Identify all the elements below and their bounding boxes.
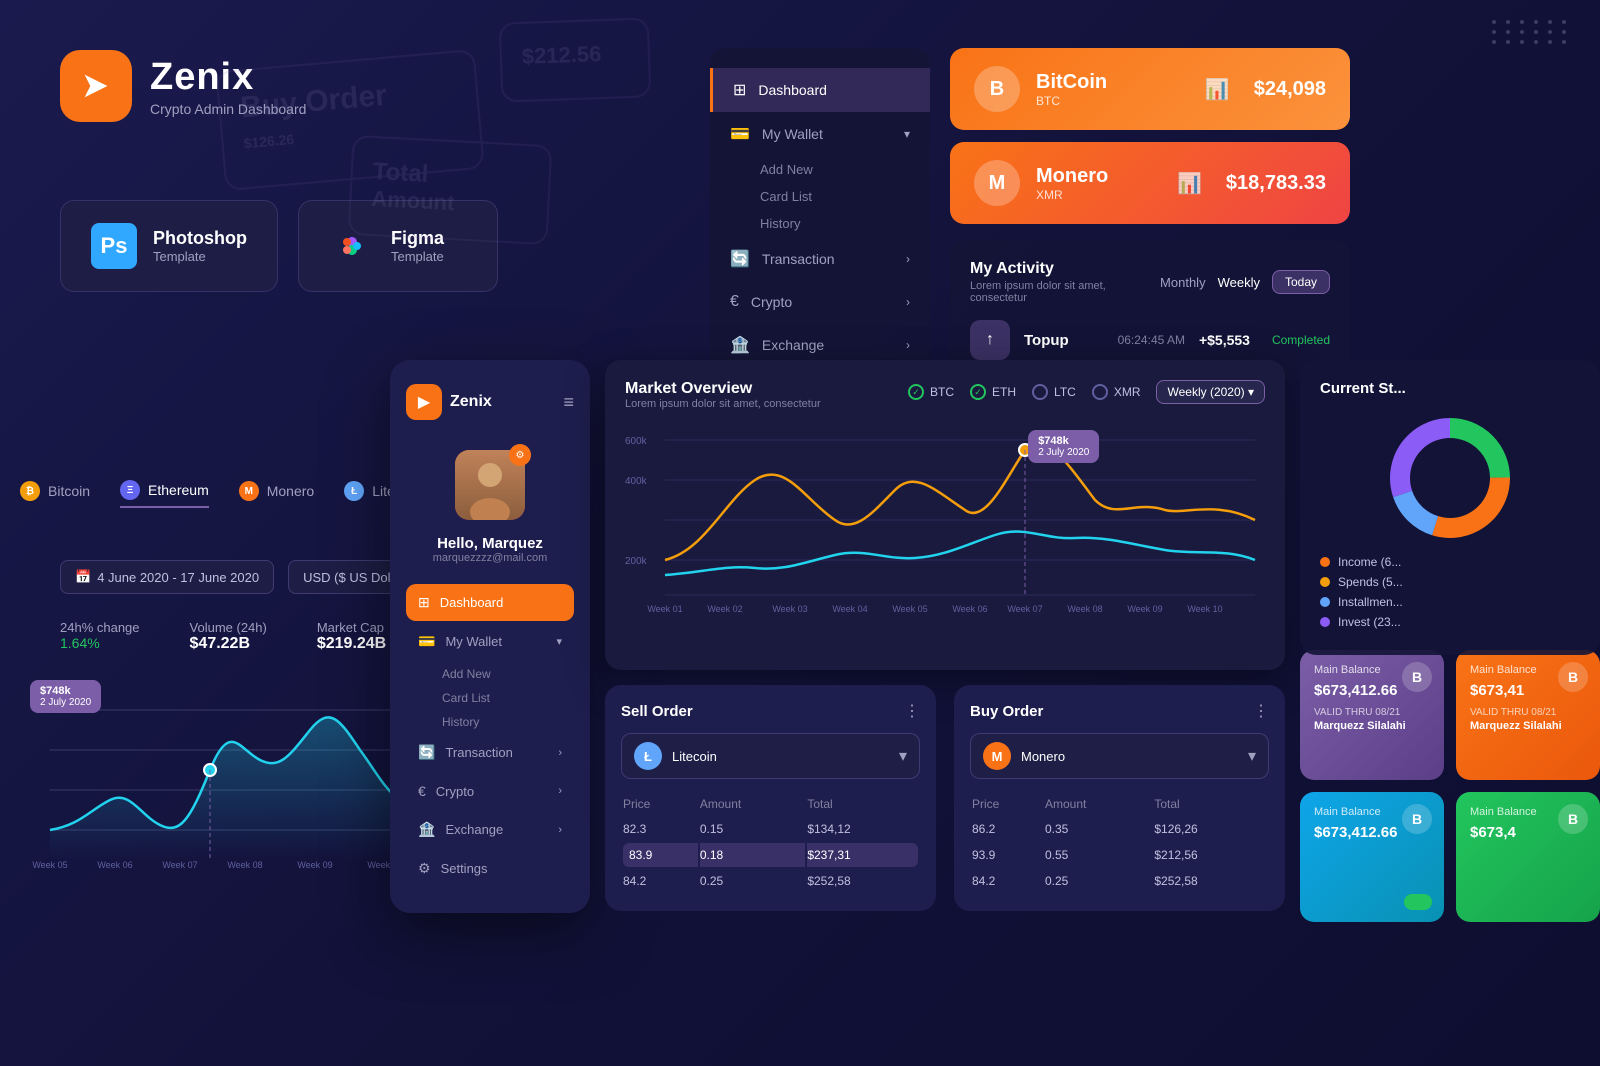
- chart-tooltip: $748k 2 July 2020: [1028, 430, 1099, 463]
- bg-cards: Buy Order $126.26 Total Amount $212.56: [0, 0, 1600, 1066]
- mini-chart-tooltip: $748k 2 July 2020: [30, 680, 101, 713]
